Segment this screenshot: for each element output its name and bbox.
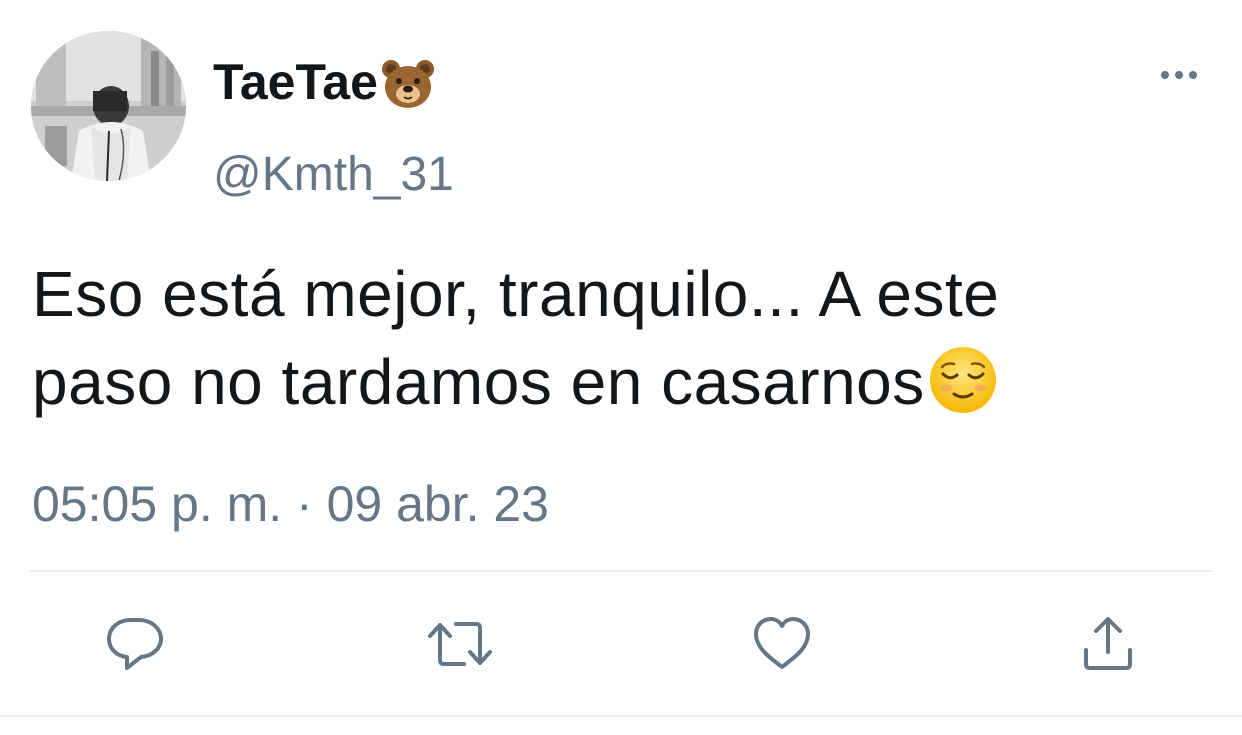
tweet-text-line-2-wrapper: paso no tardamos en casarnos (32, 338, 1222, 426)
more-options-button[interactable] (1158, 62, 1200, 88)
share-icon (1084, 617, 1132, 670)
avatar-photo (31, 31, 186, 181)
more-dots-icon (1161, 71, 1197, 79)
reply-button[interactable] (103, 612, 167, 676)
retweet-icon (428, 622, 492, 666)
relieved-face-icon (927, 344, 999, 416)
tweet-text-line-2: paso no tardamos en casarnos (32, 346, 925, 418)
bear-face-icon (380, 57, 436, 111)
like-button[interactable] (750, 612, 814, 676)
retweet-button[interactable] (424, 612, 492, 676)
tweet-card: TaeTae @Kmth_31 Eso está mejor, tranquil… (0, 0, 1242, 735)
display-name-text: TaeTae (213, 54, 378, 110)
tweet-text: Eso está mejor, tranquilo... A este paso… (32, 250, 1222, 426)
tweet-text-line-1: Eso está mejor, tranquilo... A este (32, 258, 1000, 330)
heart-icon (754, 617, 810, 669)
share-button[interactable] (1076, 612, 1140, 676)
actions-divider-bottom (0, 715, 1242, 717)
user-handle[interactable]: @Kmth_31 (213, 147, 454, 203)
reply-icon (107, 618, 163, 670)
display-name[interactable]: TaeTae (213, 52, 436, 112)
tweet-timestamp[interactable]: 05:05 p. m. · 09 abr. 23 (32, 474, 549, 534)
avatar[interactable] (31, 31, 186, 181)
actions-divider-top (30, 570, 1212, 572)
